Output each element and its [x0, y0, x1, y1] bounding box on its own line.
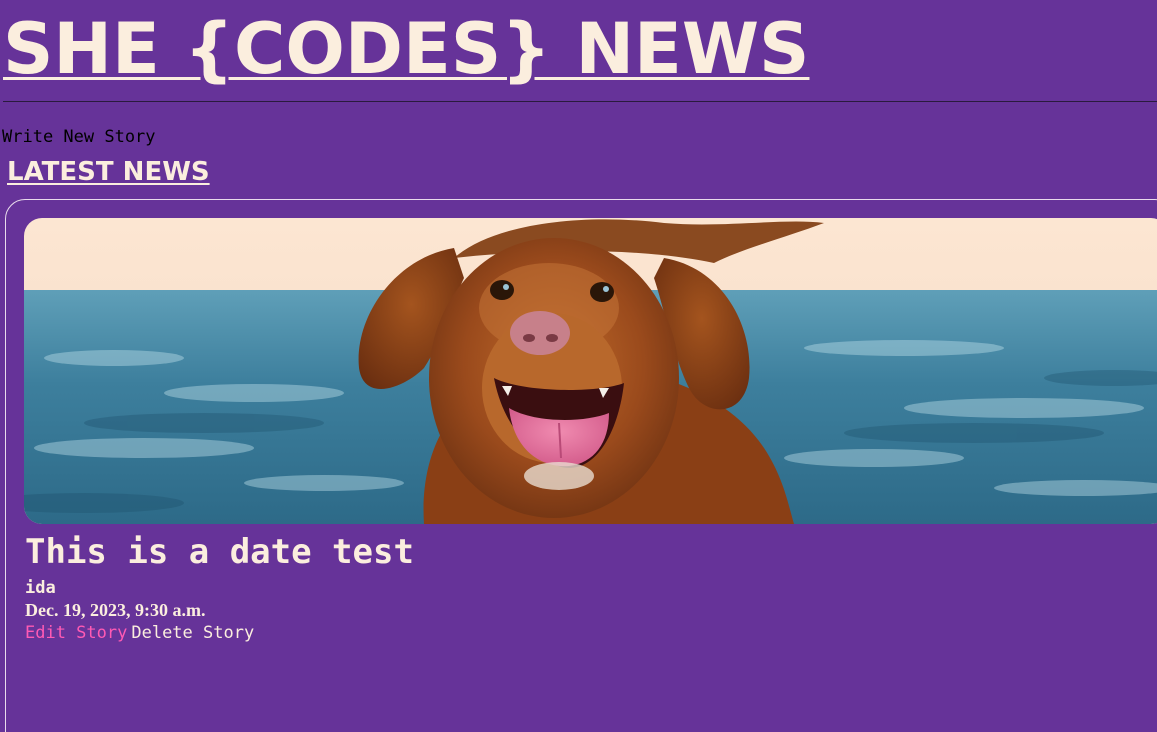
story-image[interactable] — [24, 218, 1157, 524]
header-divider — [3, 101, 1157, 102]
story-title[interactable]: This is a date test — [25, 530, 414, 574]
story-author: ida — [25, 578, 56, 598]
delete-story-link[interactable]: Delete Story — [131, 623, 254, 643]
latest-news-heading: LATEST NEWS — [7, 157, 210, 187]
site-title-link[interactable]: SHE {CODES} NEWS — [3, 4, 809, 94]
story-date: Dec. 19, 2023, 9:30 a.m. — [25, 600, 206, 620]
edit-story-link[interactable]: Edit Story — [25, 623, 127, 643]
story-actions: Edit Story Delete Story — [25, 622, 254, 644]
write-new-story-link[interactable]: Write New Story — [2, 126, 156, 148]
dog-photo — [24, 218, 1157, 524]
